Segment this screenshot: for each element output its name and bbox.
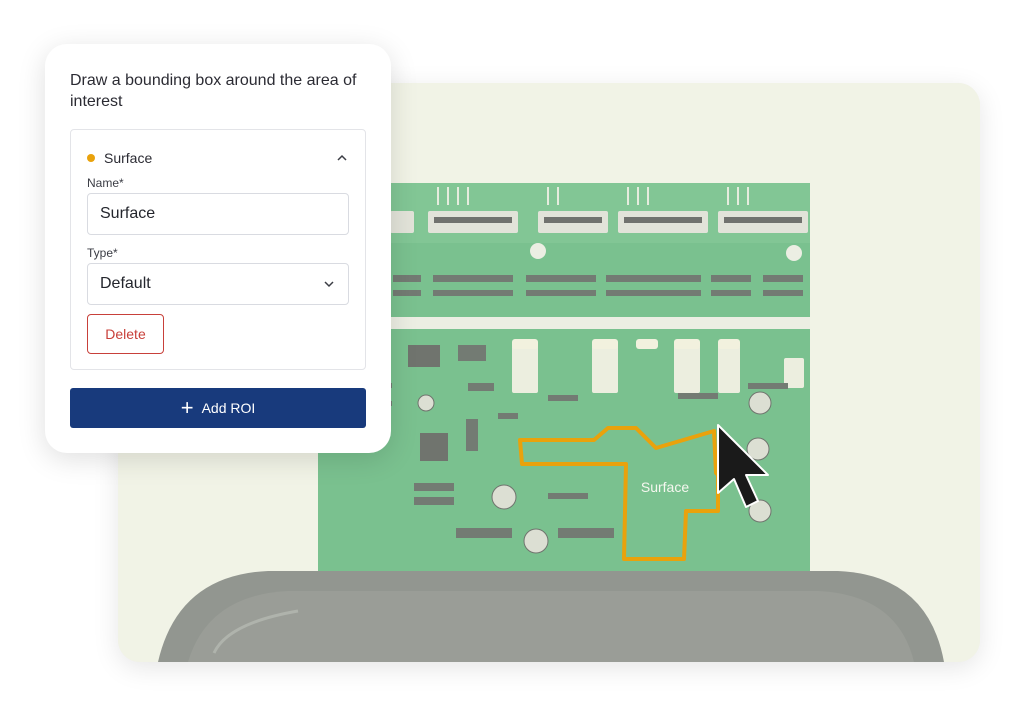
name-field-label: Name* bbox=[87, 176, 124, 190]
type-select-value: Default bbox=[100, 275, 151, 292]
add-roi-label: Add ROI bbox=[201, 400, 256, 416]
roi-panel: Draw a bounding box around the area of i… bbox=[45, 44, 391, 453]
chevron-up-icon[interactable] bbox=[335, 151, 349, 165]
panel-title: Draw a bounding box around the area of i… bbox=[70, 72, 357, 110]
add-roi-button[interactable]: + Add ROI bbox=[70, 388, 366, 428]
name-input[interactable] bbox=[87, 193, 349, 235]
mouse-pointer-icon bbox=[717, 424, 769, 508]
roi-label: Surface bbox=[641, 479, 689, 495]
roi-card-title: Surface bbox=[104, 150, 153, 166]
delete-button[interactable]: Delete bbox=[87, 314, 164, 354]
roi-card: Surface Name* Type* Default Delete bbox=[70, 129, 366, 370]
type-field-label: Type* bbox=[87, 246, 118, 260]
roi-card-header[interactable]: Surface bbox=[87, 148, 349, 168]
roi-color-dot bbox=[87, 154, 95, 162]
chevron-down-icon bbox=[324, 281, 334, 288]
type-select[interactable]: Default bbox=[87, 263, 349, 305]
plus-icon: + bbox=[180, 395, 194, 420]
